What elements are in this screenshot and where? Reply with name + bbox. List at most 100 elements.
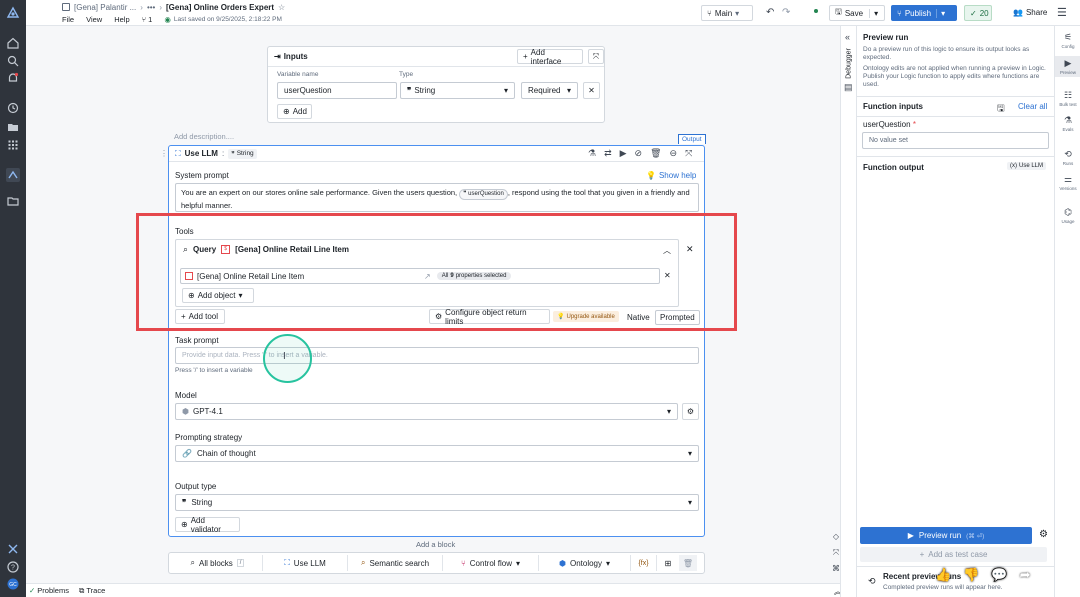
system-prompt-editor[interactable]: You are an expert on our stores online s… bbox=[175, 183, 699, 212]
variable-name-input[interactable]: userQuestion bbox=[277, 82, 397, 99]
preview-tab[interactable]: ▶ Preview bbox=[1055, 56, 1080, 77]
required-select[interactable]: Required ▾ bbox=[521, 82, 578, 99]
remove-input-button[interactable]: ✕ bbox=[583, 82, 600, 99]
apps-grid-icon[interactable] bbox=[6, 138, 20, 152]
minus-circle-icon[interactable]: ⊖ bbox=[670, 148, 678, 159]
trace-tab[interactable]: ⧉ Trace bbox=[79, 586, 105, 596]
output-type-select[interactable]: ❞ String ▾ bbox=[175, 494, 699, 511]
menu-bar: File View Help ⑂ 1 ◉ Last saved on 9/25/20… bbox=[62, 14, 282, 24]
debugger-label[interactable]: Debugger bbox=[846, 44, 853, 84]
config-tab[interactable]: ⚟ Config bbox=[1055, 32, 1080, 49]
save-icon[interactable]: 🖫 bbox=[997, 101, 1005, 117]
caret-down-icon: ▾ bbox=[666, 407, 671, 416]
publish-button[interactable]: ⑂ Publish ▾ bbox=[891, 5, 957, 21]
branch-count[interactable]: ⑂ 1 bbox=[142, 15, 153, 24]
home-icon[interactable] bbox=[6, 36, 20, 50]
breadcrumb-parent[interactable]: [Gena] Palantir ... bbox=[74, 3, 136, 12]
trace-icon: ⧉ bbox=[78, 585, 85, 595]
play-icon[interactable]: ▶ bbox=[620, 148, 627, 159]
thumbs-down-icon[interactable]: 👎 bbox=[963, 567, 979, 583]
prompting-strategy-select[interactable]: 🔗 Chain of thought ▾ bbox=[175, 445, 699, 462]
folder-icon[interactable] bbox=[6, 120, 20, 134]
control-flow-button[interactable]: ⑂ Control flow ▾ bbox=[443, 555, 539, 571]
trash-icon[interactable]: 🗑 bbox=[679, 555, 697, 571]
caret-down-icon[interactable]: ▾ bbox=[869, 8, 878, 18]
input-arrow-icon: ⇥ bbox=[274, 52, 281, 61]
block-actions: ⚗ ⇄ ▶ ⊘ 🗑 ⊖ ⤧ bbox=[588, 148, 692, 159]
flask-icon[interactable]: ⚗ bbox=[588, 148, 596, 159]
bulk-test-tab[interactable]: ☷ Bulk test bbox=[1055, 90, 1080, 107]
menu-help[interactable]: Help bbox=[114, 15, 129, 24]
add-validator-button[interactable]: ⊕ Add validator bbox=[175, 516, 240, 534]
comment-icon[interactable]: 💬 bbox=[991, 567, 1007, 583]
ontology-button[interactable]: ⬢ Ontology ▾ bbox=[539, 555, 631, 571]
semantic-search-button[interactable]: ⌕ Semantic search bbox=[348, 555, 443, 571]
add-description[interactable]: Add description.... bbox=[174, 132, 234, 141]
preview-title: Preview run bbox=[863, 33, 909, 42]
preview-run-button[interactable]: ▶ Preview run (⌘ ⏎) bbox=[860, 527, 1032, 544]
lightbulb-icon: 💡 bbox=[646, 171, 656, 180]
search-icon[interactable] bbox=[6, 54, 20, 68]
collapse-icon[interactable]: ⤧ bbox=[685, 148, 692, 159]
model-label: Model bbox=[175, 391, 197, 400]
chevron-double-left-icon[interactable]: « bbox=[845, 32, 850, 42]
inputs-title: ⇥ Inputs bbox=[274, 52, 308, 61]
llm-icon: ⛶ bbox=[284, 558, 290, 567]
saved-status: ◉ Last saved on 9/25/2025, 2:18:22 PM bbox=[164, 14, 282, 24]
user-question-input[interactable]: No value set bbox=[862, 132, 1049, 149]
collapse-button[interactable]: ⤧ bbox=[588, 49, 604, 64]
function-button[interactable]: {fx} bbox=[631, 555, 657, 571]
runs-tab[interactable]: ⟲ Runs bbox=[1055, 149, 1080, 166]
breadcrumb-more[interactable]: ••• bbox=[147, 3, 155, 12]
save-button[interactable]: 🖫 Save ▾ bbox=[829, 5, 885, 21]
caret-down-icon: ▾ bbox=[735, 8, 740, 18]
share-button[interactable]: 👥 Share bbox=[1013, 8, 1047, 17]
folder-open-icon[interactable] bbox=[6, 194, 20, 208]
all-blocks-button[interactable]: ⌕ All blocks / bbox=[173, 555, 263, 571]
add-input-button[interactable]: ⊕ Add bbox=[277, 104, 312, 119]
variable-chip[interactable]: ❞ userQuestion bbox=[459, 189, 508, 200]
add-test-case-button[interactable]: + Add as test case bbox=[860, 547, 1047, 562]
trash-icon[interactable]: 🗑 bbox=[650, 148, 661, 159]
use-llm-button[interactable]: ⛶ Use LLM bbox=[263, 555, 348, 571]
caret-down-icon[interactable]: ▾ bbox=[936, 8, 945, 18]
status-dot bbox=[814, 9, 818, 13]
type-select[interactable]: ❞ String ▾ bbox=[400, 82, 515, 99]
model-select[interactable]: ⬢ GPT-4.1 ▾ bbox=[175, 403, 678, 420]
task-prompt-input[interactable]: Provide input data. Press '/' to insert … bbox=[175, 347, 699, 364]
help-icon[interactable]: ? bbox=[6, 560, 20, 574]
model-settings-button[interactable]: ⚙ bbox=[682, 403, 699, 420]
add-interface-button[interactable]: + Add interface bbox=[517, 48, 583, 66]
star-icon[interactable]: ☆ bbox=[278, 3, 285, 12]
thumbs-up-icon[interactable]: 👍 bbox=[935, 567, 951, 583]
show-help-link[interactable]: 💡 Show help bbox=[646, 171, 696, 180]
logic-app-icon[interactable] bbox=[6, 168, 20, 182]
eye-off-icon[interactable]: ⊘ bbox=[635, 148, 643, 159]
blocks-grid-icon[interactable]: ⊞ bbox=[657, 555, 679, 571]
share-arrow-icon[interactable]: ➦ bbox=[1020, 567, 1031, 583]
type-header: Type bbox=[399, 71, 414, 78]
gear-icon[interactable]: ⚙ bbox=[1039, 529, 1048, 540]
undo-icon[interactable]: ↶ bbox=[766, 7, 774, 18]
history-icon[interactable] bbox=[6, 101, 20, 115]
clear-all-link[interactable]: Clear all bbox=[1018, 102, 1047, 111]
ai-icon[interactable] bbox=[6, 542, 20, 556]
panel-icon[interactable]: ▤ bbox=[844, 82, 853, 93]
redo-icon[interactable]: ↷ bbox=[782, 7, 790, 18]
usage-tab[interactable]: ⌬ Usage bbox=[1055, 207, 1080, 224]
checks-badge[interactable]: ✓ 20 bbox=[964, 5, 992, 21]
drag-handle-icon[interactable]: ⋮ bbox=[160, 149, 168, 158]
list-menu-icon[interactable]: ☰ bbox=[1057, 6, 1067, 19]
avatar[interactable]: GC bbox=[6, 577, 20, 591]
menu-view[interactable]: View bbox=[86, 15, 102, 24]
menu-file[interactable]: File bbox=[62, 15, 74, 24]
caret-down-icon: ▾ bbox=[687, 449, 692, 458]
problems-tab[interactable]: ✓ Problems bbox=[29, 586, 69, 595]
swap-icon[interactable]: ⇄ bbox=[604, 148, 612, 159]
versions-tab[interactable]: ⚌ Versions bbox=[1055, 174, 1080, 191]
branch-selector[interactable]: ⑂ Main ▾ bbox=[701, 5, 753, 21]
output-badge: (x) Use LLM bbox=[1007, 162, 1047, 170]
app-logo-icon[interactable] bbox=[6, 6, 20, 20]
evals-tab[interactable]: ⚗ Evals bbox=[1055, 115, 1080, 132]
notifications-icon[interactable] bbox=[6, 71, 20, 85]
